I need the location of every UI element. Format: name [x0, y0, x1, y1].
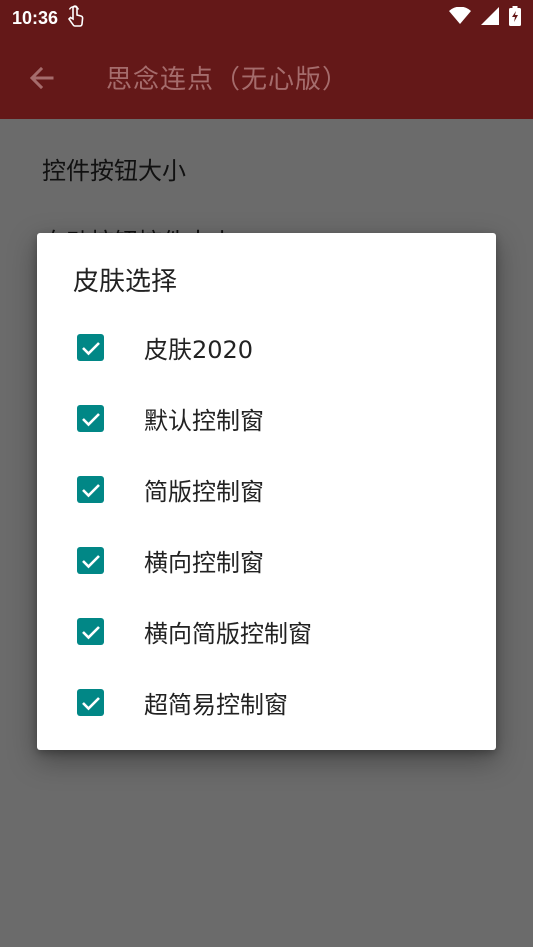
option-label: 横向简版控制窗 [144, 620, 312, 648]
checkbox-checked-icon[interactable] [77, 476, 104, 503]
option-skin-2020[interactable]: 皮肤2020 [37, 312, 496, 383]
checkbox-checked-icon[interactable] [77, 405, 104, 432]
app-bar: 思念连点（无心版） [0, 36, 533, 119]
status-bar-left: 10:36 [12, 5, 86, 31]
option-label: 简版控制窗 [144, 478, 264, 506]
checkbox-checked-icon[interactable] [77, 334, 104, 361]
touch-hand-icon [66, 5, 86, 31]
option-default-control-window[interactable]: 默认控制窗 [37, 383, 496, 454]
option-label: 超简易控制窗 [144, 691, 288, 719]
checkbox-checked-icon[interactable] [77, 547, 104, 574]
option-label: 皮肤2020 [144, 336, 254, 364]
status-bar: 10:36 [0, 0, 533, 36]
status-bar-right [449, 6, 521, 30]
settings-item-button-size[interactable]: 控件按钮大小 [42, 151, 186, 186]
checkbox-checked-icon[interactable] [77, 689, 104, 716]
dialog-title: 皮肤选择 [73, 267, 178, 297]
app-title: 思念连点（无心版） [106, 65, 350, 95]
option-super-simple-control-window[interactable]: 超简易控制窗 [37, 667, 496, 738]
skin-select-dialog: 皮肤选择 皮肤2020 默认控制窗 简版控制窗 横向控制窗 横向简版控制窗 超简… [37, 233, 496, 750]
wifi-icon [449, 6, 471, 29]
arrow-left-icon[interactable] [26, 62, 58, 94]
option-label: 横向控制窗 [144, 549, 264, 577]
option-label: 默认控制窗 [144, 407, 264, 435]
signal-icon [481, 7, 499, 29]
status-time: 10:36 [12, 7, 59, 28]
option-horizontal-control-window[interactable]: 横向控制窗 [37, 525, 496, 596]
battery-charging-icon [509, 6, 521, 30]
option-simple-control-window[interactable]: 简版控制窗 [37, 454, 496, 525]
option-horizontal-simple-control-window[interactable]: 横向简版控制窗 [37, 596, 496, 667]
checkbox-checked-icon[interactable] [77, 618, 104, 645]
